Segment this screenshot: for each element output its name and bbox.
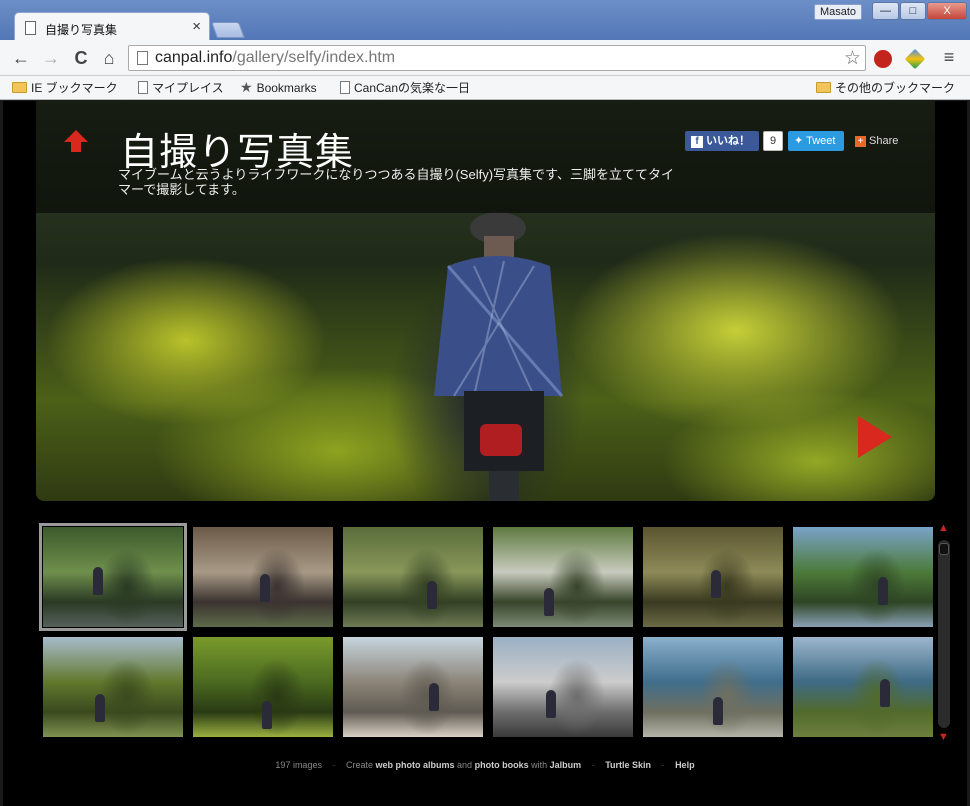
menu-icon[interactable]: ≡ (938, 46, 960, 68)
up-arrow-icon[interactable] (63, 128, 89, 154)
thumbnail-orchard-rider[interactable] (193, 637, 333, 737)
photo-books-link[interactable]: photo books (475, 760, 529, 770)
thumbnail-road-sign[interactable] (39, 523, 187, 631)
cyclist-figure (713, 697, 723, 725)
cyclist-figure (434, 212, 564, 501)
star-icon: ★ (240, 79, 253, 95)
gallery-footer: 197 images · Create web photo albums and… (275, 760, 695, 770)
bookmarks-bar: IE ブックマーク マイプレイス ★ Bookmarks CanCanの気楽な一… (0, 76, 970, 100)
play-slideshow-icon[interactable] (854, 414, 894, 460)
page-icon (340, 81, 350, 94)
gallery-description: マイブームと云うよりライフワークになりつつある自撮り(Selfy)写真集です、三… (118, 167, 674, 197)
facebook-like-button[interactable]: f いいね！ (685, 131, 759, 151)
ask-extension-icon[interactable] (874, 50, 892, 68)
plus-icon: + (855, 136, 866, 147)
cyclist-figure (880, 679, 890, 707)
folder-icon (816, 82, 831, 93)
forward-button[interactable]: → (40, 47, 62, 69)
thumbnail-coastal-rocks[interactable] (343, 637, 483, 737)
home-button[interactable]: ⌂ (98, 47, 120, 69)
cyclist-figure (546, 690, 556, 718)
turtle-skin-link[interactable]: Turtle Skin (605, 760, 651, 770)
page-icon (25, 21, 36, 35)
cyclist-figure (260, 574, 270, 602)
cyclist-figure (95, 694, 105, 722)
thumbnail-grid (38, 522, 934, 737)
bookmark-star-icon[interactable]: ☆ (844, 47, 861, 70)
tab-close-icon[interactable]: × (192, 18, 201, 35)
bookmark-cancan[interactable]: CanCanの気楽な一日 (340, 79, 470, 96)
bookmark-myplace[interactable]: マイプレイス (138, 79, 224, 96)
help-link[interactable]: Help (675, 760, 695, 770)
share-button[interactable]: + Share (855, 131, 909, 151)
twitter-bird-icon: ✦ (794, 135, 807, 147)
bookmark-ie-folder[interactable]: IE ブックマーク (12, 79, 118, 96)
scroll-up-icon[interactable]: ▲ (938, 522, 949, 534)
cyclist-figure (544, 588, 554, 616)
thumbnail-mountain-path[interactable] (343, 527, 483, 627)
tweet-button[interactable]: ✦ Tweet (788, 131, 844, 151)
cyclist-figure (711, 570, 721, 598)
web-photo-albums-link[interactable]: web photo albums (376, 760, 455, 770)
browser-toolbar: ← → C ⌂ canpal.info/gallery/selfy/index.… (0, 40, 970, 76)
thumbnail-village-house[interactable] (193, 527, 333, 627)
url-text: canpal.info/gallery/selfy/index.htm (155, 49, 396, 66)
image-count: 197 images (275, 760, 322, 770)
cyclist-figure (262, 701, 272, 729)
window-titlebar: 自撮り写真集 × Masato — □ X (0, 0, 970, 42)
browser-tab[interactable]: 自撮り写真集 × (14, 12, 210, 42)
minimize-button[interactable]: — (872, 2, 899, 20)
maximize-button[interactable]: □ (900, 2, 926, 20)
thumbnail-hill-village[interactable] (793, 527, 933, 627)
scroll-track[interactable] (938, 540, 950, 728)
cyclist-figure (427, 581, 437, 609)
user-profile-button[interactable]: Masato (814, 4, 862, 20)
thumbnail-river-riders[interactable] (493, 527, 633, 627)
tab-title: 自撮り写真集 (45, 23, 118, 37)
thumbnail-orchard-hills[interactable] (43, 637, 183, 737)
page-icon (138, 81, 148, 94)
thumbnail-sea-road[interactable] (643, 637, 783, 737)
cyclist-figure (93, 567, 103, 595)
thumbnail-scrollbar[interactable]: ▲ ▼ (936, 522, 952, 745)
scroll-thumb[interactable] (939, 543, 949, 555)
like-count: 9 (763, 131, 783, 151)
page-icon (137, 51, 148, 65)
thumbnail-bay-rider[interactable] (793, 637, 933, 737)
other-bookmarks[interactable]: その他のブックマーク (816, 79, 955, 96)
bookmark-bookmarks[interactable]: ★ Bookmarks (240, 79, 317, 96)
back-button[interactable]: ← (10, 47, 32, 69)
reload-button[interactable]: C (70, 47, 92, 69)
folder-icon (12, 82, 27, 93)
facebook-icon: f (691, 136, 703, 148)
jalbum-link[interactable]: Jalbum (550, 760, 582, 770)
cyclist-figure (429, 683, 439, 711)
scroll-down-icon[interactable]: ▼ (938, 731, 949, 743)
thumbnail-arch-bridge[interactable] (493, 637, 633, 737)
close-window-button[interactable]: X (927, 2, 967, 20)
address-bar[interactable]: canpal.info/gallery/selfy/index.htm ☆ (128, 45, 866, 71)
new-tab-button[interactable] (211, 22, 245, 38)
thumbnail-forest-trail[interactable] (643, 527, 783, 627)
gallery-page: 自撮り写真集 マイブームと云うよりライフワークになりつつある自撮り(Selfy)… (3, 101, 967, 806)
cyclist-figure (878, 577, 888, 605)
drive-icon[interactable] (904, 48, 926, 70)
